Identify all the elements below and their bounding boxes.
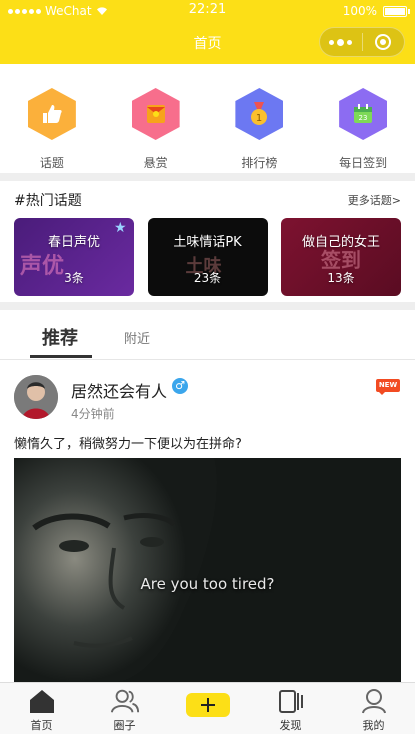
topic-count: 3条	[64, 271, 84, 285]
close-miniapp-button[interactable]	[362, 34, 404, 50]
category-ranking[interactable]: 1 排行榜	[208, 64, 312, 173]
calendar-icon: 23	[339, 88, 388, 140]
red-envelope-icon	[131, 88, 180, 140]
topic-name: 春日声优	[47, 235, 100, 250]
feed-tabs: 推荐 附近	[0, 310, 415, 360]
avatar[interactable]	[14, 375, 58, 419]
category-label: 排行榜	[241, 156, 278, 170]
battery-group: 100%	[342, 4, 410, 18]
topic-name: 土味情话PK	[173, 235, 242, 250]
category-label: 悬赏	[143, 156, 168, 170]
category-label: 话题	[39, 156, 64, 170]
users-icon	[110, 687, 140, 715]
active-tab-indicator	[30, 355, 92, 358]
miniapp-capsule	[319, 27, 405, 57]
category-topics[interactable]: 话题	[0, 64, 104, 173]
svg-text:23: 23	[359, 114, 368, 122]
new-badge: NEW	[376, 379, 400, 395]
status-bar: WeChat 22:21 100%	[0, 2, 415, 20]
hot-topics-header: #热门话题 更多话题>	[14, 190, 401, 210]
category-label: 每日签到	[339, 156, 388, 170]
battery-icon	[383, 5, 410, 17]
tab-nearby[interactable]: 附近	[124, 328, 150, 347]
battery-percent: 100%	[342, 4, 377, 18]
bottom-tab-bar: 首页 圈子 发现 我的	[0, 682, 415, 734]
home-icon	[27, 687, 57, 715]
category-bounty[interactable]: 悬赏	[104, 64, 208, 173]
image-caption: Are you too tired?	[140, 575, 275, 593]
svg-text:1: 1	[256, 113, 262, 124]
tab-home[interactable]: 首页	[0, 683, 83, 734]
category-row: 话题 悬赏 1 排行榜 23 每日签到	[0, 64, 415, 173]
section-divider	[0, 173, 415, 181]
tab-post[interactable]	[166, 683, 249, 734]
post-image[interactable]: Are you too tired?	[14, 458, 401, 682]
tab-label: 发现	[279, 719, 302, 732]
tab-label: 圈子	[113, 719, 136, 732]
category-checkin[interactable]: 23 每日签到	[311, 64, 415, 173]
more-topics-link[interactable]: 更多话题>	[348, 192, 401, 208]
topic-count: 13条	[327, 271, 355, 285]
topic-card[interactable]: 声优 ★ 春日声优 3条	[14, 218, 134, 296]
tab-mine[interactable]: 我的	[332, 683, 415, 734]
discover-icon	[276, 687, 306, 715]
topic-count: 23条	[193, 271, 222, 285]
face-photo	[14, 458, 401, 682]
male-icon: ♂	[172, 378, 188, 394]
post-time: 4分钟前	[71, 407, 115, 421]
topic-card[interactable]: 签到 做自己的女王 13条	[281, 218, 401, 296]
medal-icon: 1	[235, 88, 284, 140]
section-divider	[0, 302, 415, 310]
profile-icon	[359, 687, 389, 715]
tab-circle[interactable]: 圈子	[83, 683, 166, 734]
hot-topic-list: 声优 ★ 春日声优 3条 土味 土味情话PK 23条 签到 做自己的女王 13条	[14, 218, 401, 296]
hot-topics-title: #热门话题	[14, 193, 82, 209]
more-menu-button[interactable]	[320, 38, 362, 46]
topic-name: 做自己的女王	[301, 235, 380, 250]
top-bar: WeChat 22:21 100% 首页	[0, 0, 415, 64]
plus-icon	[185, 693, 230, 717]
post-username[interactable]: 居然还会有人	[71, 378, 167, 402]
target-icon	[375, 34, 392, 50]
topic-card[interactable]: 土味 土味情话PK 23条	[147, 218, 268, 296]
post-text: 懒惰久了，稍微努力一下便以为在拼命?	[14, 437, 242, 452]
tab-label: 我的	[362, 719, 385, 732]
tab-discover[interactable]: 发现	[249, 683, 332, 734]
feed-post[interactable]: 居然还会有人 ♂ 4分钟前 NEW 懒惰久了，稍微努力一下便以为在拼命? Are…	[0, 360, 415, 682]
tab-recommend[interactable]: 推荐	[42, 324, 78, 350]
tab-label: 首页	[30, 719, 53, 732]
hot-topics-section: #热门话题 更多话题> 声优 ★ 春日声优 3条 土味 土味情话PK 23条 签…	[0, 181, 415, 302]
thumbs-up-icon	[27, 88, 76, 140]
